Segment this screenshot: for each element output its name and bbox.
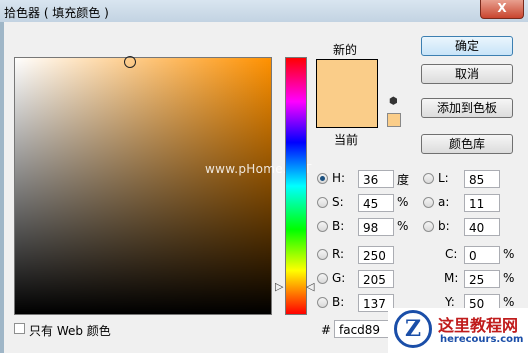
l-input[interactable]: 85 — [464, 170, 500, 188]
s-label: S: — [332, 195, 344, 209]
m-input[interactable]: 25 — [464, 270, 500, 288]
new-color-swatch — [316, 59, 378, 94]
radio-l[interactable] — [423, 173, 434, 184]
current-color-swatch[interactable] — [316, 93, 378, 128]
web-safe-swatch[interactable] — [387, 113, 401, 127]
g-label: G: — [332, 271, 346, 285]
b-input[interactable]: 98 — [358, 218, 394, 236]
s-input[interactable]: 45 — [358, 194, 394, 212]
color-libraries-button[interactable]: 颜色库 — [421, 134, 513, 154]
blue-label: B: — [332, 295, 345, 309]
lab-b-input[interactable]: 40 — [464, 218, 500, 236]
b-unit: % — [397, 219, 409, 233]
c-input[interactable]: 0 — [464, 246, 500, 264]
cancel-button[interactable]: 取消 — [421, 64, 513, 84]
radio-b[interactable] — [317, 221, 328, 232]
logo-text: 这里教程网 — [438, 316, 519, 335]
m-label: M: — [444, 271, 459, 285]
b-label: B: — [332, 219, 345, 233]
site-logo: Z 这里教程网 herecours.com — [388, 308, 528, 353]
y-unit: % — [503, 295, 515, 309]
s-unit: % — [397, 195, 409, 209]
hex-input[interactable]: facd89 — [334, 320, 390, 338]
hue-slider-left-arrow-icon[interactable]: ▷ — [275, 281, 283, 292]
radio-h[interactable] — [317, 173, 328, 184]
m-unit: % — [503, 271, 515, 285]
h-label: H: — [332, 171, 346, 185]
r-input[interactable]: 250 — [358, 246, 394, 264]
lab-b-label: b: — [438, 219, 450, 233]
color-field-marker[interactable] — [124, 56, 136, 68]
web-colors-only-checkbox[interactable] — [14, 323, 25, 334]
radio-r[interactable] — [317, 249, 328, 260]
y-label: Y: — [445, 295, 455, 309]
title-bar: 拾色器 ( 填充颜色 ) X — [0, 0, 528, 22]
hex-label: # — [321, 323, 332, 337]
h-input[interactable]: 36 — [358, 170, 394, 188]
current-color-label: 当前 — [334, 133, 359, 147]
radio-a[interactable] — [423, 197, 434, 208]
radio-lab-b[interactable] — [423, 221, 434, 232]
add-to-swatches-button[interactable]: 添加到色板 — [421, 98, 513, 118]
radio-s[interactable] — [317, 197, 328, 208]
h-unit: 度 — [397, 173, 410, 187]
c-unit: % — [503, 247, 515, 261]
radio-blue[interactable] — [317, 297, 328, 308]
logo-mark: Z — [394, 310, 432, 348]
logo-url: herecours.com — [440, 334, 524, 345]
a-input[interactable]: 11 — [464, 194, 500, 212]
ok-button[interactable]: 确定 — [421, 36, 513, 56]
new-color-label: 新的 — [333, 43, 358, 57]
r-label: R: — [332, 247, 345, 261]
cube-icon[interactable]: ⬢ — [389, 97, 399, 107]
g-input[interactable]: 205 — [358, 270, 394, 288]
a-label: a: — [438, 195, 450, 209]
l-label: L: — [438, 171, 449, 185]
hue-slider-right-arrow-icon[interactable]: ◁ — [306, 281, 314, 292]
c-label: C: — [445, 247, 458, 261]
radio-g[interactable] — [317, 273, 328, 284]
window-title: 拾色器 ( 填充颜色 ) — [4, 6, 109, 20]
web-colors-only-label: 只有 Web 颜色 — [29, 324, 111, 338]
color-field[interactable] — [14, 57, 272, 315]
close-button[interactable]: X — [480, 0, 524, 19]
hue-slider[interactable] — [285, 57, 307, 315]
